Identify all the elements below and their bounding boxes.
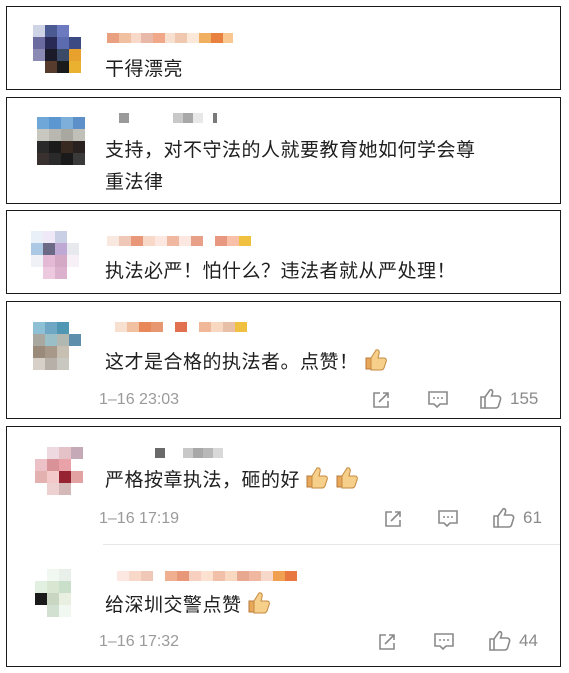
thumbs-up-emoji [246,589,272,625]
avatar[interactable] [33,25,81,73]
avatar[interactable] [35,569,83,617]
divider [103,544,560,545]
comment-text: 执法必严！怕什么？违法者就从严处理！ [105,260,457,282]
timestamp: 1–16 17:19 [99,510,180,527]
like-button[interactable]: 155 [479,388,538,410]
comment-text: 这才是合格的执法者。点赞！ [105,346,389,382]
comment-icon [438,510,458,528]
comment-card-3: 执法必严！怕什么？违法者就从严处理！ [6,210,561,294]
like-button[interactable]: 61 [492,507,542,529]
timestamp: 1–16 23:03 [99,391,180,408]
avatar[interactable] [33,322,81,370]
username-blurred[interactable] [107,236,251,246]
comment-icon [428,391,448,409]
username-blurred[interactable] [119,113,217,123]
comment-text: 严格按章执法，砸的好 [105,464,360,500]
share-button[interactable] [377,632,397,652]
comment-card-1: 干得漂亮 [6,6,561,90]
thumbs-up-icon [480,388,502,409]
comment-button[interactable] [427,390,449,410]
share-button[interactable] [371,390,391,410]
thumbs-up-emoji [304,464,330,500]
username-blurred[interactable] [107,33,233,43]
comment-text: 支持，对不守法的人就要教育她如何学会尊 重法律 [105,139,476,193]
timestamp: 1–16 17:32 [99,633,180,650]
thumbs-up-emoji [334,464,360,500]
avatar[interactable] [35,447,83,495]
share-icon [385,511,401,527]
like-count: 44 [519,631,538,650]
comment-card-2: 支持，对不守法的人就要教育她如何学会尊 重法律 [6,97,561,204]
username-blurred[interactable] [117,571,297,581]
share-button[interactable] [383,509,403,529]
avatar[interactable] [31,231,79,279]
comment-icon [434,633,454,651]
thumbs-up-icon [493,507,515,528]
like-count: 61 [523,508,542,527]
like-count: 155 [510,389,539,408]
share-icon [379,634,395,650]
comment-button[interactable] [433,632,455,652]
share-icon [373,392,389,408]
comment-text: 干得漂亮 [105,58,184,80]
comment-text: 给深圳交警点赞 [105,589,272,625]
thumbs-up-emoji [363,346,389,382]
like-button[interactable]: 44 [488,630,538,652]
avatar[interactable] [37,117,85,165]
comment-button[interactable] [437,509,459,529]
comment-card-4: 这才是合格的执法者。点赞！ 1–16 23:03 155 [6,301,561,419]
thumbs-up-icon [489,630,511,651]
username-blurred[interactable] [115,322,247,332]
comment-card-5: 严格按章执法，砸的好 1–16 17:19 61 给深圳交警点赞 1–16 17… [6,426,561,667]
username-blurred[interactable] [155,448,223,458]
